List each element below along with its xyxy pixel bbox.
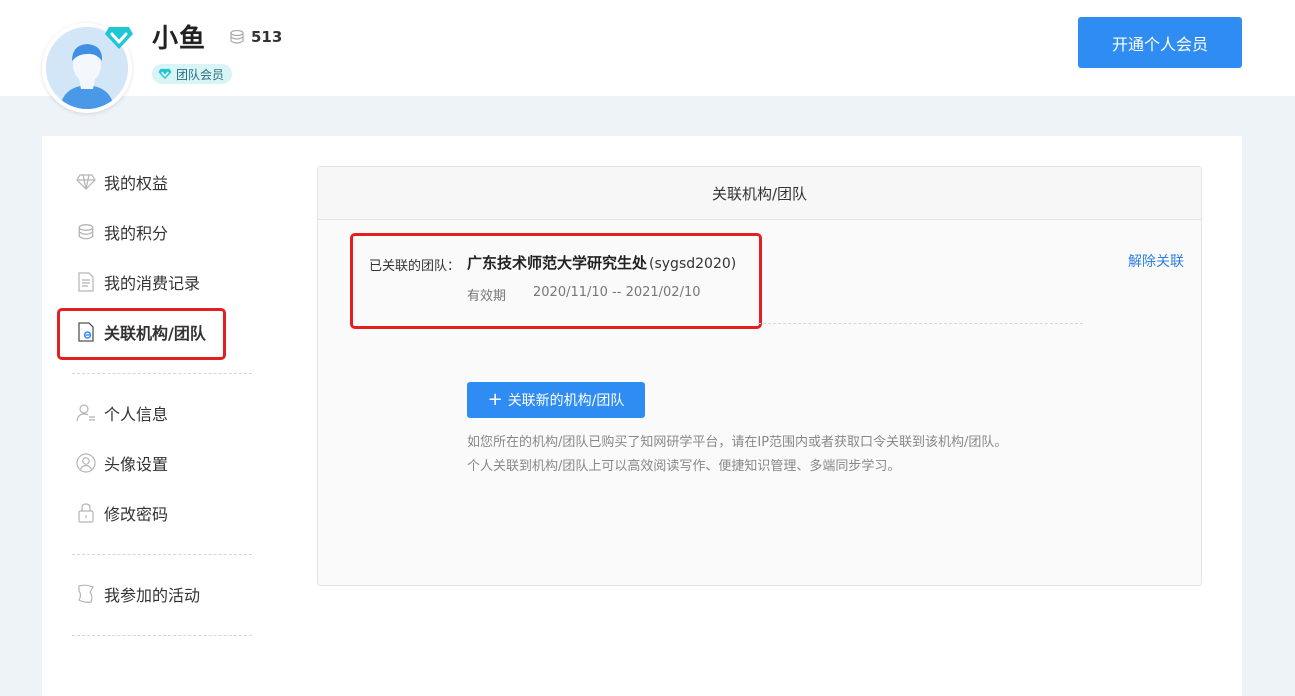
sidebar-item-label: 修改密码	[104, 505, 169, 524]
sidebar-divider	[72, 554, 252, 555]
hint-text-line-1: 如您所在的机构/团队已购买了知网研学平台，请在IP范围内或者获取口令关联到该机构…	[467, 435, 1008, 450]
sidebar-item-label: 我参加的活动	[104, 586, 201, 605]
document-icon	[76, 272, 96, 292]
panel-title: 关联机构/团队	[318, 167, 1201, 220]
linked-org-panel: 关联机构/团队 已关联的团队： 广东技术师范大学研究生处 (sygsd2020)…	[317, 166, 1202, 586]
vip-diamond-icon	[105, 27, 133, 49]
sidebar-item-avatar-settings[interactable]: 头像设置	[76, 451, 168, 475]
sidebar-item-label: 个人信息	[104, 405, 169, 424]
sidebar-divider	[72, 635, 252, 636]
sidebar-item-my-activities[interactable]: 我参加的活动	[76, 582, 200, 606]
avatar-icon	[76, 453, 96, 473]
link-new-org-label: 关联新的机构/团队	[507, 393, 625, 409]
hint-text-line-2: 个人关联到机构/团队上可以高效阅读写作、便捷知识管理、多端同步学习。	[467, 459, 901, 474]
sidebar-item-label: 我的权益	[104, 174, 169, 193]
points-value: 513	[251, 28, 283, 46]
sidebar-item-label: 头像设置	[104, 455, 169, 474]
sidebar-item-label: 我的积分	[104, 224, 169, 243]
coins-icon	[76, 222, 96, 242]
team-tag-label: 团队会员	[176, 67, 225, 82]
lock-icon	[76, 503, 96, 523]
link-new-org-button[interactable]: + 关联新的机构/团队	[467, 382, 645, 418]
panel-divider	[758, 323, 1083, 324]
sidebar-item-points[interactable]: 我的积分	[76, 220, 168, 244]
team-diamond-icon	[158, 68, 172, 80]
team-member-badge: 团队会员	[152, 64, 233, 84]
activity-icon	[76, 584, 96, 604]
active-item-highlight	[57, 308, 226, 360]
diamond-icon	[76, 172, 96, 192]
plus-icon: +	[487, 389, 503, 410]
sidebar-item-benefits[interactable]: 我的权益	[76, 170, 168, 194]
user-info-icon	[76, 403, 96, 423]
sidebar-item-purchase-history[interactable]: 我的消费记录	[76, 270, 200, 294]
points-display: 513	[229, 28, 282, 46]
sidebar-item-personal-info[interactable]: 个人信息	[76, 401, 168, 425]
username: 小鱼	[152, 24, 207, 54]
unlink-button[interactable]: 解除关联	[1128, 251, 1184, 271]
open-personal-vip-button[interactable]: 开通个人会员	[1078, 17, 1242, 68]
sidebar-divider	[72, 373, 252, 374]
linked-org-highlight	[350, 233, 762, 329]
sidebar-item-change-password[interactable]: 修改密码	[76, 501, 168, 525]
profile-header: 小鱼 513 团队会员 开通个人会员	[0, 0, 1295, 113]
sidebar-item-label: 我的消费记录	[104, 274, 201, 293]
account-content-card: 我的权益 我的积分 我的消费记录 关联机构/团队 个人信息 头像设置 修改密码 …	[42, 136, 1242, 696]
coins-icon	[230, 29, 244, 44]
